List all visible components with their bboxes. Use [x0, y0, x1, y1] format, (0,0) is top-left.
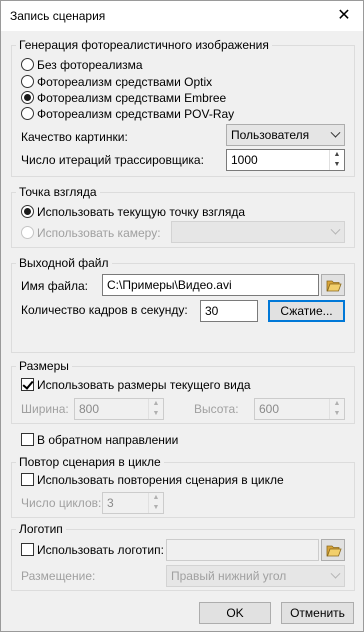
loop-legend: Повтор сценария в цикле	[16, 455, 164, 469]
checkbox-icon[interactable]	[21, 433, 34, 446]
placement-select[interactable]: Правый нижний угол	[166, 565, 345, 587]
chevron-down-icon	[330, 224, 341, 235]
height-value: 600	[259, 402, 280, 416]
checkbox-icon[interactable]	[21, 473, 34, 486]
use-loop-checkbox[interactable]: Использовать повторения сценария в цикле	[21, 472, 284, 488]
viewpoint-legend: Точка взгляда	[16, 185, 100, 199]
height-label: Высота:	[194, 402, 239, 416]
quality-value: Пользователя	[231, 128, 310, 142]
width-stepper[interactable]: 800 ▲ ▼	[74, 398, 164, 420]
spin-down-icon[interactable]: ▼	[330, 160, 344, 170]
spin-buttons[interactable]: ▲ ▼	[148, 493, 163, 513]
folder-open-icon	[326, 545, 342, 557]
quality-select[interactable]: Пользователя	[226, 124, 345, 146]
fps-value: 30	[205, 304, 219, 318]
width-value: 800	[79, 402, 100, 416]
iterations-stepper[interactable]: 1000 ▲ ▼	[226, 149, 345, 171]
use-view-size-checkbox[interactable]: Использовать размеры текущего вида	[21, 377, 251, 393]
spin-up-icon[interactable]: ▲	[149, 399, 163, 409]
cycles-value: 3	[107, 496, 114, 510]
radio-label: Использовать камеру:	[37, 226, 161, 240]
radio-icon[interactable]	[21, 58, 34, 71]
cycles-stepper[interactable]: 3 ▲ ▼	[102, 492, 164, 514]
logo-file-input[interactable]	[166, 539, 319, 561]
filename-value: C:\Примеры\Видео.avi	[107, 278, 232, 292]
spin-up-icon[interactable]: ▲	[149, 493, 163, 503]
spin-buttons[interactable]: ▲ ▼	[329, 399, 344, 419]
radio-label: Фотореализм средствами Embree	[37, 91, 227, 105]
chevron-down-icon	[330, 568, 341, 579]
radio-optix[interactable]: Фотореализм средствами Optix	[21, 74, 212, 90]
spin-up-icon[interactable]: ▲	[330, 399, 344, 409]
height-stepper[interactable]: 600 ▲ ▼	[254, 398, 345, 420]
camera-select[interactable]	[171, 221, 345, 243]
radio-embree[interactable]: Фотореализм средствами Embree	[21, 90, 226, 106]
radio-label: Без фотореализма	[37, 58, 143, 72]
sizes-legend: Размеры	[16, 359, 72, 373]
window-title: Запись сценария	[10, 9, 106, 23]
checkbox-label: Использовать размеры текущего вида	[37, 378, 251, 392]
radio-use-camera[interactable]: Использовать камеру:	[21, 225, 161, 241]
spin-down-icon[interactable]: ▼	[149, 409, 163, 419]
close-icon[interactable]: ✕	[335, 7, 353, 25]
radio-selected-icon[interactable]	[21, 205, 34, 218]
ok-button[interactable]: OK	[199, 602, 271, 624]
checkbox-label: Использовать повторения сценария в цикле	[37, 473, 284, 487]
fps-label: Количество кадров в секунду:	[21, 303, 188, 317]
generation-legend: Генерация фотореалистичного изображения	[16, 38, 272, 52]
browse-logo-button[interactable]	[321, 539, 345, 561]
cancel-button[interactable]: Отменить	[281, 602, 354, 624]
fps-input[interactable]: 30	[200, 300, 258, 322]
use-logo-checkbox[interactable]: Использовать логотип:	[21, 542, 164, 558]
checkbox-label: В обратном направлении	[37, 433, 179, 447]
radio-use-current-viewpoint[interactable]: Использовать текущую точку взгляда	[21, 204, 245, 220]
radio-no-photorealism[interactable]: Без фотореализма	[21, 57, 143, 73]
browse-file-button[interactable]	[321, 274, 345, 296]
cycles-label: Число циклов:	[21, 496, 102, 510]
radio-label: Использовать текущую точку взгляда	[37, 205, 246, 219]
folder-open-icon	[326, 280, 342, 292]
title-bar[interactable]: Запись сценария ✕	[1, 1, 363, 31]
compress-button[interactable]: Сжатие...	[268, 300, 345, 322]
iterations-label: Число итераций трассировщика:	[21, 153, 204, 167]
width-label: Ширина:	[21, 402, 69, 416]
filename-label: Имя файла:	[21, 279, 88, 293]
placement-value: Правый нижний угол	[171, 569, 287, 583]
spin-down-icon[interactable]: ▼	[330, 409, 344, 419]
radio-label: Фотореализм средствами Optix	[37, 75, 213, 89]
iterations-value: 1000	[231, 153, 258, 167]
spin-buttons[interactable]: ▲ ▼	[329, 150, 344, 170]
radio-label: Фотореализм средствами POV-Ray	[37, 107, 235, 121]
quality-label: Качество картинки:	[21, 130, 128, 144]
chevron-down-icon	[330, 127, 341, 138]
checkbox-icon[interactable]	[21, 543, 34, 556]
radio-icon[interactable]	[21, 107, 34, 120]
radio-disabled-icon[interactable]	[21, 226, 34, 239]
radio-povray[interactable]: Фотореализм средствами POV-Ray	[21, 106, 234, 122]
radio-selected-icon[interactable]	[21, 91, 34, 104]
dialog-window: Запись сценария ✕ Генерация фотореалисти…	[0, 0, 364, 632]
reverse-checkbox[interactable]: В обратном направлении	[21, 432, 178, 448]
spin-down-icon[interactable]: ▼	[149, 503, 163, 513]
placement-label: Размещение:	[21, 569, 96, 583]
filename-input[interactable]: C:\Примеры\Видео.avi	[102, 274, 319, 296]
checkbox-label: Использовать логотип:	[37, 543, 164, 557]
checkbox-checked-icon[interactable]	[21, 378, 34, 391]
spin-buttons[interactable]: ▲ ▼	[148, 399, 163, 419]
logo-legend: Логотип	[16, 522, 66, 536]
radio-icon[interactable]	[21, 75, 34, 88]
output-legend: Выходной файл	[16, 256, 112, 270]
spin-up-icon[interactable]: ▲	[330, 150, 344, 160]
